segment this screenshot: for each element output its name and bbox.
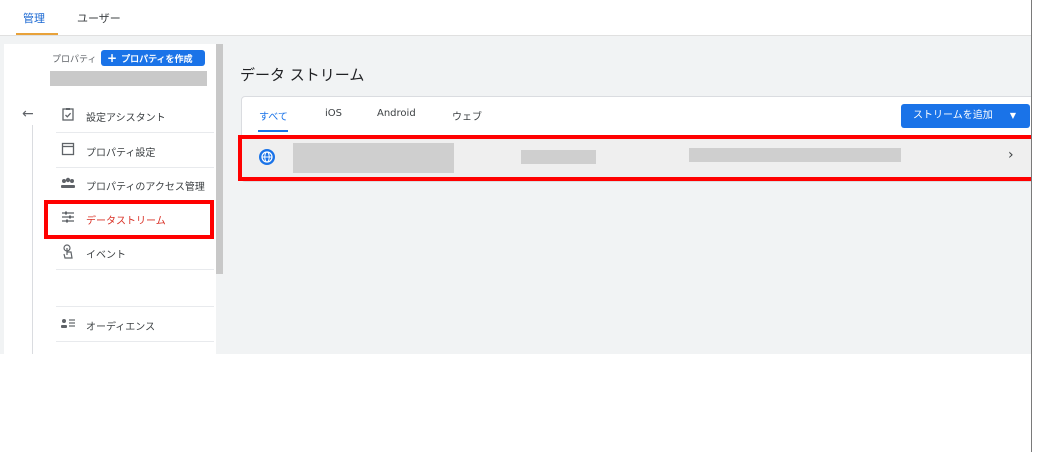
window-icon	[60, 142, 76, 158]
active-tab-indicator	[258, 130, 288, 132]
caret-down-icon: ▼	[1009, 111, 1016, 120]
add-stream-label: ストリームを追加	[913, 110, 993, 121]
tab-ios[interactable]: iOS	[325, 108, 342, 119]
create-property-button[interactable]: + プロパティを作成	[101, 50, 205, 66]
sidebar-divider	[32, 125, 33, 354]
top-tab-bar: 管理 ユーザー	[0, 0, 1046, 36]
window-edge	[1031, 0, 1046, 452]
sidebar-item-label: イベント	[86, 250, 126, 261]
tab-all[interactable]: すべて	[259, 108, 288, 123]
sidebar-section-divider	[56, 306, 214, 307]
highlight-box-stream	[238, 135, 1038, 181]
page-title: データ ストリーム	[240, 66, 365, 84]
audience-icon	[60, 316, 76, 332]
add-stream-button[interactable]: ストリームを追加 ▼	[901, 104, 1030, 128]
blank-area	[0, 354, 1031, 452]
property-label: プロパティ	[52, 55, 97, 65]
tab-android[interactable]: Android	[377, 108, 416, 119]
people-icon	[60, 176, 76, 192]
sidebar-item-property-settings[interactable]: プロパティ設定	[56, 134, 214, 168]
property-selector[interactable]	[50, 71, 207, 86]
clipboard-check-icon	[60, 107, 76, 123]
sidebar-item-label: プロパティのアクセス管理	[86, 182, 205, 193]
sidebar-item-access-management[interactable]: プロパティのアクセス管理	[56, 168, 214, 202]
sidebar-item-label: オーディエンス	[86, 322, 156, 333]
sidebar-item-label: 設定アシスタント	[86, 113, 166, 124]
tab-admin[interactable]: 管理	[23, 10, 45, 26]
sidebar-item-audiences[interactable]: オーディエンス	[56, 308, 214, 342]
highlight-box-sidebar	[44, 200, 214, 239]
sidebar-scrollbar[interactable]	[216, 44, 223, 274]
tab-user[interactable]: ユーザー	[77, 10, 121, 26]
sidebar-item-setup-assistant[interactable]: 設定アシスタント	[56, 99, 214, 133]
sidebar-item-label: プロパティ設定	[86, 148, 156, 159]
tab-web[interactable]: ウェブ	[452, 108, 482, 123]
active-tab-indicator	[16, 33, 58, 35]
create-property-label: プロパティを作成	[121, 55, 193, 65]
plus-icon: +	[107, 51, 118, 65]
touch-icon	[60, 244, 76, 260]
back-arrow-icon[interactable]: ←	[22, 106, 34, 122]
sidebar-item-events[interactable]: イベント	[56, 236, 214, 270]
